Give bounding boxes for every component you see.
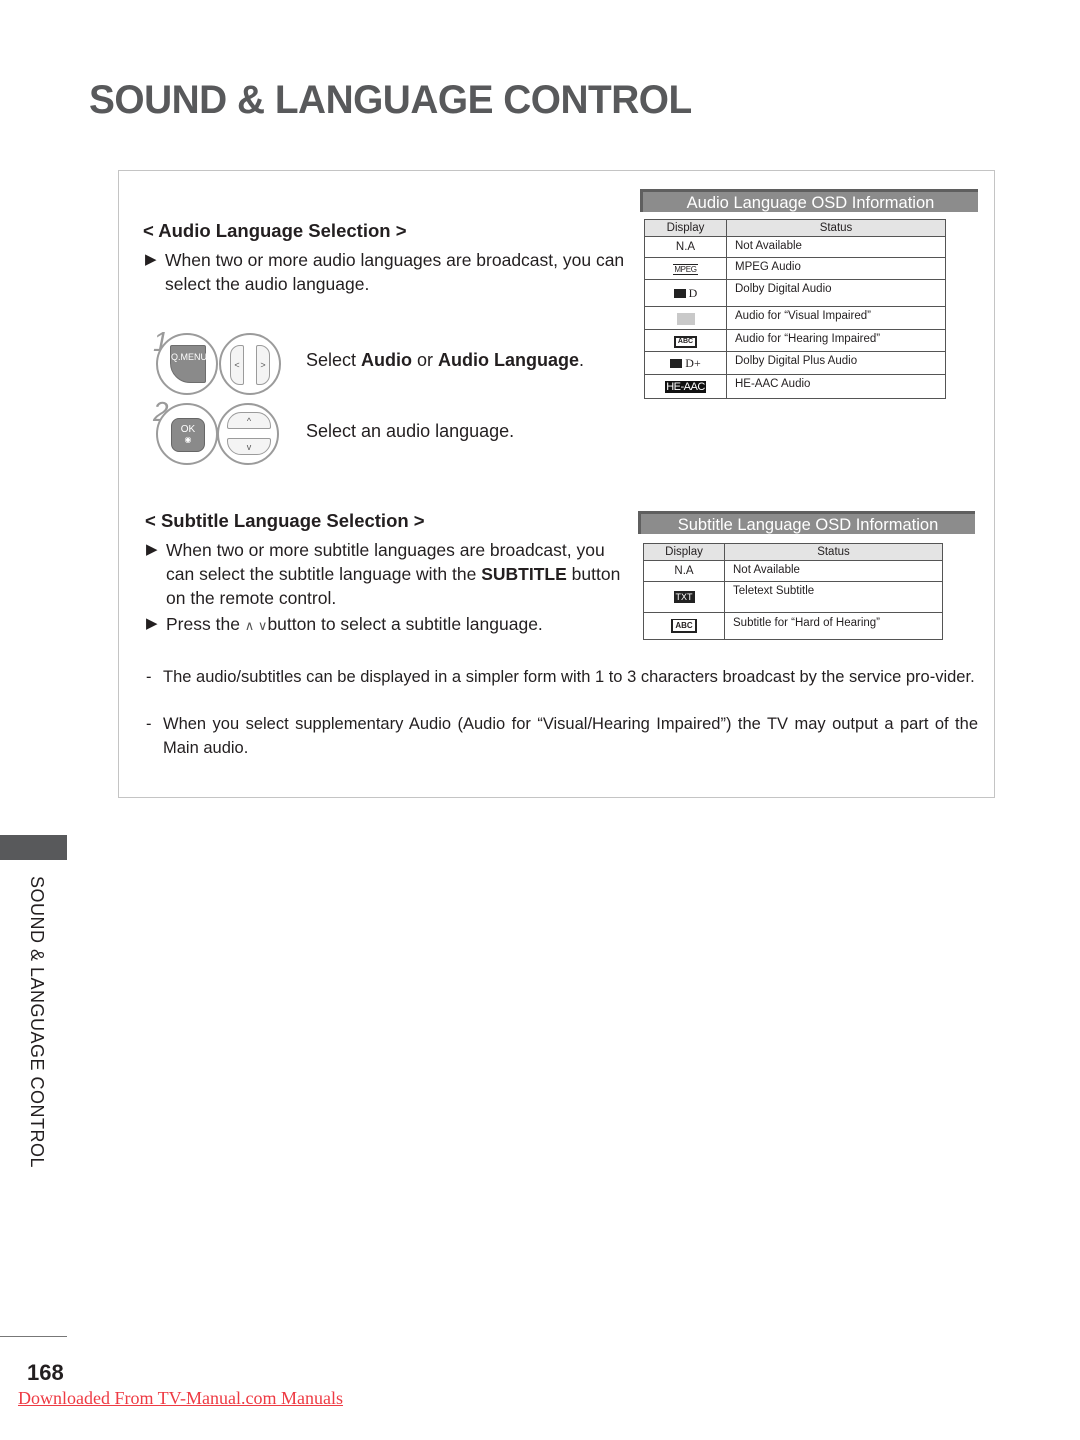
hearing-impaired-icon: ABC <box>673 335 698 348</box>
dolby-digital-icon: D <box>673 285 698 300</box>
table-row: D+ Dolby Digital Plus Audio <box>644 351 946 375</box>
he-aac-icon: HE-AAC <box>665 380 706 393</box>
chapter-tab-marker <box>0 835 67 860</box>
display-cell: D+ <box>644 351 727 375</box>
table-row: N.A Not Available <box>644 236 946 258</box>
status-cell: MPEG Audio <box>726 257 946 280</box>
ok-label: OK <box>180 424 196 435</box>
display-cell: N.A <box>644 236 727 258</box>
display-cell: ABC <box>644 329 727 352</box>
dolby-label: D <box>688 285 698 300</box>
chevron-down-icon: v <box>227 438 271 455</box>
status-cell: Audio for “Visual Impaired” <box>726 306 946 330</box>
status-cell: Subtitle for “Hard of Hearing” <box>724 612 943 640</box>
subtitle-description-text: When two or more subtitle languages are … <box>146 538 624 610</box>
chevron-left-icon: < <box>230 345 244 385</box>
table-row: TXT Teletext Subtitle <box>643 581 943 613</box>
status-cell: HE-AAC Audio <box>726 374 946 399</box>
ok-button-illustration: OK ◉ <box>156 403 218 465</box>
display-cell: N.A <box>643 560 725 582</box>
audio-description: ▶ When two or more audio languages are b… <box>145 248 625 296</box>
press-text-part: Press the <box>166 614 245 634</box>
audio-osd-table: Display Status N.A Not Available MPEG MP… <box>644 219 946 399</box>
bullet-icon: ▶ <box>145 251 157 268</box>
teletext-icon: TXT <box>673 591 695 603</box>
status-cell: Teletext Subtitle <box>724 581 943 613</box>
subtitle-section-heading: < Subtitle Language Selection > <box>145 510 425 531</box>
up-down-button-illustration: ^ v <box>217 403 279 465</box>
table-header-row: Display Status <box>644 219 946 237</box>
chevron-up-icon: ^ <box>227 412 271 429</box>
display-cell: HE-AAC <box>644 374 727 399</box>
audio-section-heading: < Audio Language Selection > <box>143 220 407 241</box>
page-title: SOUND & LANGUAGE CONTROL <box>89 78 692 122</box>
step-1-text-part: Select <box>306 350 362 370</box>
bullet-icon: ▶ <box>146 615 158 632</box>
dash-marker: - <box>146 715 152 733</box>
display-cell: D <box>644 279 727 307</box>
subtitle-osd-table: Display Status N.A Not Available TXT Tel… <box>643 543 943 640</box>
left-right-button-illustration: < > <box>219 333 281 395</box>
dolby-plus-label: D+ <box>685 355 701 370</box>
note-text: When you select supplementary Audio (Aud… <box>163 715 978 757</box>
column-header-display: Display <box>643 543 725 561</box>
step-1-text-part: . <box>579 350 585 370</box>
bullet-icon: ▶ <box>146 541 158 558</box>
note-item: - When you select supplementary Audio (A… <box>146 713 978 760</box>
table-row: HE-AAC HE-AAC Audio <box>644 374 946 399</box>
status-cell: Audio for “Hearing Impaired” <box>726 329 946 352</box>
table-row: Audio for “Visual Impaired” <box>644 306 946 330</box>
subtitle-press-text: Press the ∧ ∨button to select a subtitle… <box>146 612 624 638</box>
step-2-text: Select an audio language. <box>306 421 515 441</box>
display-cell <box>644 306 727 330</box>
subtitle-press-instruction: ▶ Press the ∧ ∨button to select a subtit… <box>146 612 624 638</box>
table-row: D Dolby Digital Audio <box>644 279 946 307</box>
display-cell: MPEG <box>644 257 727 280</box>
table-row: ABC Subtitle for “Hard of Hearing” <box>643 612 943 640</box>
audio-osd-title: Audio Language OSD Information <box>640 189 978 212</box>
status-cell: Dolby Digital Plus Audio <box>726 351 946 375</box>
chapter-side-label: SOUND & LANGUAGE CONTROL <box>27 876 47 1169</box>
subtitle-osd-title: Subtitle Language OSD Information <box>638 511 975 534</box>
subtitle-description: ▶ When two or more subtitle languages ar… <box>146 538 624 610</box>
status-cell: Not Available <box>724 560 943 582</box>
status-cell: Not Available <box>726 236 946 258</box>
display-cell: ABC <box>643 612 725 640</box>
step-1-text-part: or <box>412 350 439 370</box>
ok-dot-icon: ◉ <box>184 435 192 444</box>
qmenu-button-illustration: Q.MENU <box>156 333 218 395</box>
note-item: - The audio/subtitles can be displayed i… <box>146 666 978 690</box>
audio-description-text: When two or more audio languages are bro… <box>165 250 625 294</box>
dolby-digital-plus-icon: D+ <box>670 355 701 370</box>
hard-of-hearing-icon: ABC <box>671 619 697 633</box>
note-text: The audio/subtitles can be displayed in … <box>163 668 975 686</box>
subtitle-button-name: SUBTITLE <box>481 564 567 584</box>
step-1-text: Select Audio or Audio Language. <box>306 350 584 371</box>
visual-impaired-icon <box>676 312 695 325</box>
table-row: MPEG MPEG Audio <box>644 257 946 280</box>
status-cell: Dolby Digital Audio <box>726 279 946 307</box>
mpeg-icon: MPEG <box>673 263 698 275</box>
press-text-part: button to select a subtitle language. <box>267 614 543 634</box>
table-row: ABC Audio for “Hearing Impaired” <box>644 329 946 352</box>
table-header-row: Display Status <box>643 543 943 561</box>
footer-divider <box>0 1336 67 1337</box>
display-cell: TXT <box>643 581 725 613</box>
column-header-status: Status <box>726 219 946 237</box>
step-1-bold-audio-language: Audio Language <box>438 350 580 370</box>
column-header-display: Display <box>644 219 727 237</box>
page-number: 168 <box>27 1360 64 1385</box>
qmenu-button: Q.MENU <box>170 345 207 383</box>
dash-marker: - <box>146 668 152 686</box>
column-header-status: Status <box>724 543 943 561</box>
download-link[interactable]: Downloaded From TV-Manual.com Manuals <box>18 1388 343 1409</box>
ok-button: OK ◉ <box>171 418 205 452</box>
table-row: N.A Not Available <box>643 560 943 582</box>
up-down-arrow-icon: ∧ ∨ <box>244 618 268 633</box>
chevron-right-icon: > <box>256 345 270 385</box>
step-1-bold-audio: Audio <box>361 350 413 370</box>
